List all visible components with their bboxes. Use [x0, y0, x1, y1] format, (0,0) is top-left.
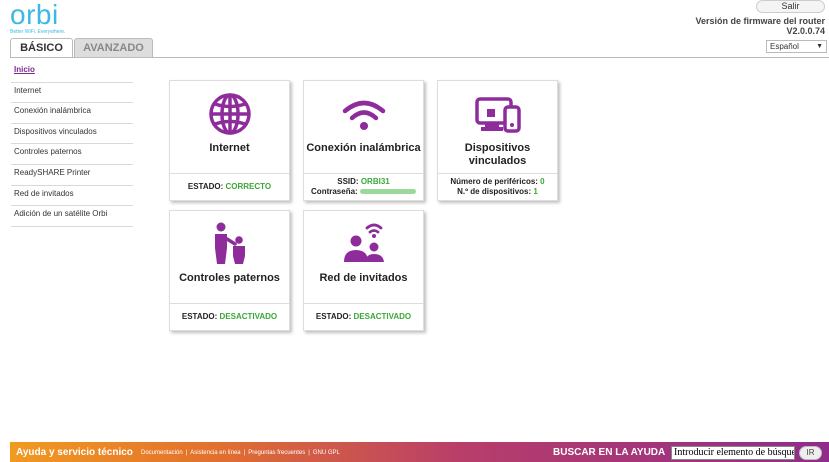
devices-icon	[438, 97, 557, 141]
status-value: DESACTIVADO	[353, 312, 412, 321]
sidebar-item-attached-devices[interactable]: Dispositivos vinculados	[11, 124, 133, 145]
internet-card-title: Internet	[209, 142, 250, 154]
parental-card-title: Controles paternos	[179, 272, 280, 284]
devices-card-body: Dispositivos vinculados	[438, 81, 557, 174]
help-footer: Ayuda y servicio técnico Documentación | …	[10, 442, 829, 462]
internet-card-status: ESTADO: CORRECTO	[170, 174, 289, 200]
guest-card-body: Red de invitados	[304, 211, 423, 304]
orbi-logo: orbi Better WiFi. Everywhere.	[10, 0, 65, 35]
sidebar-item-guest-network[interactable]: Red de invitados	[11, 186, 133, 207]
devices-card[interactable]: Dispositivos vinculados Número de perifé…	[437, 80, 558, 201]
guest-network-icon	[304, 222, 423, 266]
sidebar-item-readyshare-printer[interactable]: ReadySHARE Printer	[11, 165, 133, 186]
guest-network-card[interactable]: Red de invitados ESTADO: DESACTIVADO	[303, 210, 424, 331]
sidebar-item-internet[interactable]: Internet	[11, 83, 133, 104]
footer-separator: |	[243, 450, 246, 456]
main-tabs: BÁSICO AVANZADO	[10, 38, 153, 58]
footer-link-gnu-gpl[interactable]: GNU GPL	[313, 450, 340, 456]
password-label: Contraseña:	[311, 187, 358, 196]
wireless-card-title: Conexión inalámbrica	[306, 142, 421, 154]
parental-card-status: ESTADO: DESACTIVADO	[170, 304, 289, 330]
status-label: ESTADO:	[315, 312, 352, 321]
logo-text: orbi	[10, 0, 59, 30]
password-redacted	[359, 189, 416, 195]
language-selected: Español	[770, 42, 799, 51]
internet-card-body: Internet	[170, 81, 289, 174]
firmware-version: V2.0.0.74	[786, 26, 825, 36]
ssid-value: ORBI31	[360, 177, 390, 186]
wireless-card-body: Conexión inalámbrica	[304, 81, 423, 174]
status-value: CORRECTO	[225, 182, 272, 191]
sidebar-item-parental-controls[interactable]: Controles paternos	[11, 144, 133, 165]
devices-card-title-line1: Dispositivos	[464, 142, 531, 154]
status-value: DESACTIVADO	[219, 312, 278, 321]
firmware-info: Versión de firmware del router V2.0.0.74	[695, 16, 825, 36]
wireless-card-info: SSID: ORBI31 Contraseña:	[304, 174, 423, 200]
tab-divider	[10, 57, 829, 58]
parental-controls-card[interactable]: Controles paternos ESTADO: DESACTIVADO	[169, 210, 290, 331]
sidebar: Inicio Internet Conexión inalámbrica Dis…	[11, 62, 133, 227]
parent-child-icon	[170, 222, 289, 266]
status-label: ESTADO:	[181, 312, 218, 321]
status-label: ESTADO:	[187, 182, 224, 191]
devices-count-value: 1	[533, 187, 538, 196]
guest-card-status: ESTADO: DESACTIVADO	[304, 304, 423, 330]
wireless-card[interactable]: Conexión inalámbrica SSID: ORBI31 Contra…	[303, 80, 424, 201]
internet-card[interactable]: Internet ESTADO: CORRECTO	[169, 80, 290, 201]
devices-count-label: N.º de dispositivos:	[457, 187, 532, 196]
language-select[interactable]: Español ▼	[766, 40, 827, 53]
footer-link-faq[interactable]: Preguntas frecuentes	[248, 450, 305, 456]
footer-separator: |	[185, 450, 188, 456]
logo-tagline: Better WiFi. Everywhere.	[10, 29, 66, 35]
tab-basic[interactable]: BÁSICO	[10, 38, 73, 58]
help-search-go-button[interactable]: IR	[799, 446, 822, 460]
guest-card-title: Red de invitados	[319, 272, 408, 284]
wifi-icon	[304, 98, 423, 142]
globe-icon	[170, 92, 289, 136]
peripherals-value: 0	[540, 177, 545, 186]
devices-card-info: Número de periféricos: 0 N.º de disposit…	[438, 174, 557, 200]
help-search-label: BUSCAR EN LA AYUDA	[553, 447, 666, 458]
parental-card-body: Controles paternos	[170, 211, 289, 304]
sidebar-item-inicio[interactable]: Inicio	[11, 62, 133, 83]
footer-separator: |	[308, 450, 310, 456]
footer-title: Ayuda y servicio técnico	[16, 447, 133, 458]
devices-card-title: Dispositivos vinculados	[438, 142, 557, 168]
devices-card-title-line2: vinculados	[468, 155, 527, 167]
sidebar-item-wireless[interactable]: Conexión inalámbrica	[11, 103, 133, 124]
peripherals-label: Número de periféricos:	[450, 177, 538, 186]
footer-links: Documentación | Asistencia en línea | Preg…	[141, 450, 340, 456]
logout-button[interactable]: Salir	[756, 0, 825, 13]
tab-advanced[interactable]: AVANZADO	[74, 38, 153, 58]
ssid-label: SSID:	[337, 177, 359, 186]
dropdown-arrow-icon: ▼	[816, 43, 823, 50]
help-search-input[interactable]: Introducir elemento de búsque	[671, 446, 795, 460]
firmware-label: Versión de firmware del router	[695, 16, 825, 26]
sidebar-item-add-satellite[interactable]: Adición de un satélite Orbi	[11, 206, 133, 227]
footer-link-online-support[interactable]: Asistencia en línea	[190, 450, 240, 456]
footer-link-documentation[interactable]: Documentación	[141, 450, 183, 456]
